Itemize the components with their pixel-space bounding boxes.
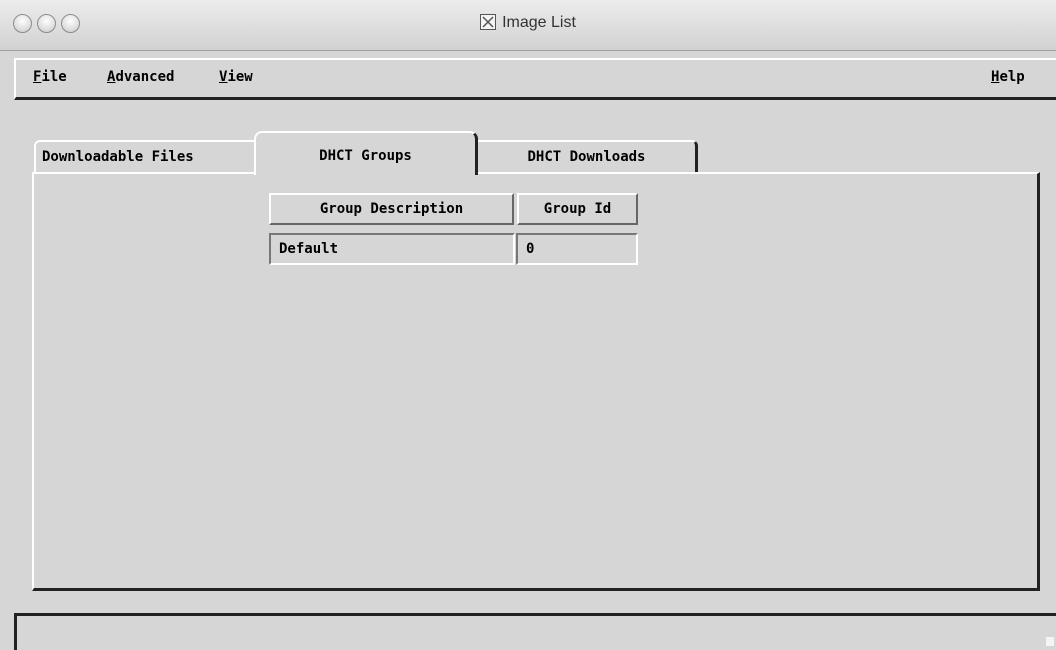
menu-file-label-rest: ile (41, 69, 67, 85)
column-header-group-id-label: Group Id (543, 201, 612, 217)
menu-help[interactable]: Help (991, 69, 1025, 85)
menu-bar: File Advanced View Help (14, 58, 1056, 100)
tab-dhct-groups[interactable]: DHCT Groups (254, 131, 478, 175)
tab-downloadable-files[interactable]: Downloadable Files (34, 140, 256, 173)
tab-dhct-groups-label: DHCT Groups (319, 148, 412, 164)
table-cell-group-description[interactable]: Default (269, 233, 515, 265)
table-cell-group-id-value: 0 (526, 241, 535, 257)
window-title: Image List (502, 14, 576, 31)
status-area (14, 613, 1056, 650)
title-bar[interactable]: Image List (0, 0, 1056, 51)
menu-advanced[interactable]: Advanced (107, 69, 174, 85)
column-header-group-description-label: Group Description (319, 201, 464, 217)
resize-grip[interactable] (1046, 637, 1054, 646)
column-header-group-id[interactable]: Group Id (517, 193, 638, 225)
table-cell-group-description-value: Default (279, 241, 339, 257)
column-header-group-description[interactable]: Group Description (269, 193, 514, 225)
menu-advanced-label-rest: dvanced (115, 69, 175, 85)
image-list-window: Image List File Advanced View Help Downl… (0, 0, 1056, 650)
table-cell-group-id[interactable]: 0 (516, 233, 638, 265)
menu-view-label-rest: iew (227, 69, 253, 85)
tab-downloadable-files-label: Downloadable Files (42, 149, 194, 165)
tab-dhct-downloads-label: DHCT Downloads (527, 149, 646, 165)
tab-dhct-downloads[interactable]: DHCT Downloads (478, 140, 698, 173)
menu-file[interactable]: File (33, 69, 67, 85)
window-title-group: Image List (0, 14, 1056, 32)
menu-help-label-rest: elp (999, 69, 1025, 85)
menu-view[interactable]: View (219, 69, 253, 85)
x11-icon (480, 14, 497, 30)
